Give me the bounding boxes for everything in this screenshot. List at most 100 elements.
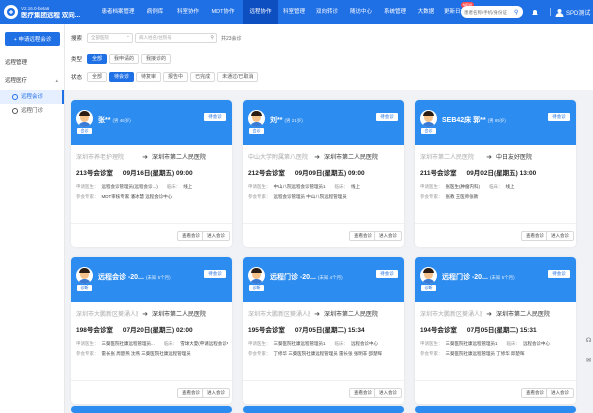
nav-item-followup[interactable]: 随访中心 <box>344 0 378 24</box>
view-consult-button[interactable]: 查看会诊 <box>349 231 377 241</box>
app-logo[interactable] <box>4 5 18 19</box>
card-tag: 会诊 <box>77 128 92 134</box>
card-header: 诊断 远程门诊 -20... (未知 4个月) 待会诊 <box>243 257 404 302</box>
user-name[interactable]: SPD测试 <box>566 8 590 17</box>
search-icon[interactable]: ⚲ <box>514 9 518 16</box>
consultation-card-partial[interactable] <box>243 406 404 413</box>
experts-info: 参会专家： MDT审核专家 潘冰慧 远程会诊中心 <box>76 194 228 200</box>
clinic-value: 雪球大夏(申请远程会诊中心) <box>180 341 228 346</box>
nav-item-bigdata[interactable]: 大数据 <box>412 0 440 24</box>
view-consult-button[interactable]: 查看会诊 <box>349 388 377 398</box>
consultation-card-partial[interactable] <box>71 406 232 413</box>
patient-title: 远程门诊 -20... <box>442 274 488 281</box>
patient-meta: (男 21岁) <box>284 118 303 123</box>
status-option-done[interactable]: 已完成 <box>190 72 216 82</box>
arrow-right-icon: ➜ <box>486 310 492 318</box>
experts-info: 参会专家： 三葵医院社康远程管理员 丁修华 邱楚晖 <box>420 351 572 357</box>
view-consult-button[interactable]: 查看会诊 <box>177 388 205 398</box>
experts-value: 三葵医院社康远程管理员 丁修华 邱楚晖 <box>445 351 525 356</box>
patient-meta: (男 46岁) <box>112 118 131 123</box>
type-option-applied[interactable]: 我申请的 <box>109 54 140 64</box>
applicant-info: 申请医生： 三葵医院社康远程管理员1 临床： 远程会诊中心 <box>420 341 572 347</box>
card-header: 诊断 远程门诊 -20... (未知 5个月) 待会诊 <box>415 257 576 302</box>
applicant-info: 申请医生：三葵医院社康远程管理员... 临床：雪球大夏(申请远程会诊中心) <box>76 341 228 347</box>
card-header <box>415 406 576 413</box>
to-hospital: 深圳市第二人民医院 <box>324 312 379 318</box>
consultation-card-partial[interactable] <box>415 406 576 413</box>
chat-icon[interactable]: ✉ <box>584 356 593 365</box>
global-search[interactable]: ⚲ <box>461 6 523 18</box>
enter-consult-button[interactable]: 进入会诊 <box>374 388 402 398</box>
patient-title: 刘** <box>270 117 283 124</box>
nav-item-referral[interactable]: 双向转诊 <box>310 0 344 24</box>
to-hospital: 深圳市第二人民医院 <box>324 155 379 161</box>
enter-consult-button[interactable]: 进入会诊 <box>202 231 230 241</box>
status-option-reporting[interactable]: 报告中 <box>163 72 189 82</box>
type-label: 类型 <box>71 57 83 63</box>
arrow-right-icon: ➜ <box>142 153 148 161</box>
arrow-right-icon: ➜ <box>314 310 320 318</box>
from-hospital: 中山大学附属第八医院 <box>248 155 309 161</box>
room-time: 213号会诊室 09月16日(星期五) 09:00 <box>76 167 193 177</box>
clinic-key: 临床： <box>163 341 178 346</box>
sidebar-item-remote-mgmt[interactable]: 远程管理 <box>0 54 64 72</box>
status-option-all[interactable]: 全部 <box>87 72 108 82</box>
sidebar-item-remote-medical[interactable]: 远程医疗 ▴ <box>0 72 64 90</box>
nav-item-dept-mgmt[interactable]: 科室管理 <box>278 0 310 24</box>
from-hospital: 深圳市养老护理院 <box>76 155 125 161</box>
applicant-value: 远程会诊管理员(远程会诊...) <box>101 184 158 189</box>
consult-time: 09月02日(星期五) 13:00 <box>466 170 537 177</box>
card-tag: 会诊 <box>421 128 436 134</box>
nav-item-system[interactable]: 系统管理 <box>378 0 412 24</box>
global-search-input[interactable] <box>464 9 514 15</box>
consultation-card[interactable]: 会诊 SEB42床 郭** (男 85岁) 待会诊 深圳市第二人民医院 ➜ 中日友好医院 21… <box>415 100 576 247</box>
view-consult-button[interactable]: 查看会诊 <box>521 231 549 241</box>
consultation-card[interactable]: 诊断远程门诊 -20...(未知 5个月)待会诊深圳市大鹏新区葵涌人民...➜深… <box>415 257 576 404</box>
nav-item-patient-records[interactable]: 患者档案管理 <box>99 0 137 24</box>
enter-consult-button[interactable]: 进入会诊 <box>374 231 402 241</box>
patient-meta: (未知 4个月) <box>317 275 343 280</box>
patient-search-input[interactable]: 病人姓名/住院号 ⚲ <box>135 33 217 43</box>
status-option-review[interactable]: 待复审 <box>136 72 162 82</box>
consultation-card[interactable]: 会诊 张** (男 46岁) 待会诊 深圳市养老护理院 ➜ 深圳市第二人民医院 213号会诊室… <box>71 100 232 247</box>
enter-consult-button[interactable]: 进入会诊 <box>546 388 574 398</box>
view-consult-button[interactable]: 查看会诊 <box>177 231 205 241</box>
nav-item-dept-collab[interactable]: 科室协作 <box>173 0 203 24</box>
nav-item-case-library[interactable]: 病例库 <box>137 0 173 24</box>
headset-icon[interactable]: ☊ <box>584 336 593 345</box>
consult-time: 07月05日(星期二) 15:34 <box>294 327 365 334</box>
patient-title: SEB42床 郭** <box>442 117 486 124</box>
consultation-card[interactable]: 诊断远程会诊 -20...(未知 5个月)待会诊深圳市大鹏新区葵涌人民...➜深… <box>71 257 232 404</box>
sidebar-item-remote-consult[interactable]: 远程会诊 <box>0 90 64 104</box>
experts-info: 参会专家： 雷长张 周楚燕 沈燕 三葵医院社康远程管理员 <box>76 351 228 357</box>
user-avatar-icon[interactable] <box>554 7 564 17</box>
patient-meta: (未知 5个月) <box>489 275 515 280</box>
room-number: 195号会诊室 <box>248 327 285 334</box>
nav-item-mdt[interactable]: MDT协作 <box>203 0 243 24</box>
status-option-pending[interactable]: 待会诊 <box>109 72 135 82</box>
bell-icon[interactable] <box>530 7 540 17</box>
consultation-card[interactable]: 诊断远程门诊 -20...(未知 4个月)待会诊深圳市大鹏新区葵涌人民...➜深… <box>243 257 404 404</box>
patient-name: 远程门诊 -20... (未知 4个月) <box>270 272 343 282</box>
applicant-key: 申请医生： <box>76 184 99 189</box>
status-badge: 待会诊 <box>548 113 570 121</box>
enter-consult-button[interactable]: 进入会诊 <box>546 231 574 241</box>
enter-consult-button[interactable]: 进入会诊 <box>202 388 230 398</box>
clinic-icon <box>12 108 18 114</box>
hospital-select[interactable]: 全部医院 <box>87 32 133 43</box>
card-header <box>71 406 232 413</box>
to-hospital: 深圳市第二人民医院 <box>152 312 207 318</box>
nav-item-remote-collab[interactable]: 远程协作 <box>243 0 278 24</box>
type-option-received[interactable]: 我接诊的 <box>141 54 172 64</box>
consultation-card[interactable]: 会诊 刘** (男 21岁) 待会诊 中山大学附属第八医院 ➜ 深圳市第二人民医院 212号会… <box>243 100 404 247</box>
sidebar-item-remote-clinic[interactable]: 远程门诊 <box>0 104 64 118</box>
to-hospital: 中日友好医院 <box>496 155 533 161</box>
room-number: 212号会诊室 <box>248 170 285 177</box>
status-option-cancelled[interactable]: 未通过/已取消 <box>217 72 259 82</box>
new-consultation-button[interactable]: + 申请远程会诊 <box>5 32 60 46</box>
search-icon[interactable]: ⚲ <box>210 34 214 42</box>
search-row: 搜索 全部医院 病人姓名/住院号 ⚲ 共23会诊 <box>71 32 242 44</box>
type-option-all[interactable]: 全部 <box>87 54 108 64</box>
view-consult-button[interactable]: 查看会诊 <box>521 388 549 398</box>
logo-icon <box>7 8 15 16</box>
